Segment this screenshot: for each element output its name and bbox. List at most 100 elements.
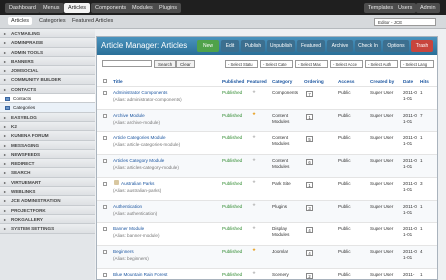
article-author[interactable]: Super User (370, 90, 393, 95)
article-author[interactable]: Super User (370, 135, 393, 140)
published-status[interactable]: Published (222, 90, 242, 95)
nav-templates[interactable]: Templates (364, 3, 398, 13)
ordering-input[interactable]: 4 (306, 227, 313, 234)
featured-star-icon[interactable]: ★ (252, 202, 256, 208)
featured-star-icon[interactable]: ★ (252, 247, 256, 253)
article-title-link[interactable]: Blue Mountain Rain Forest (113, 272, 167, 277)
ordering-input[interactable]: 3 (306, 204, 313, 211)
select-author[interactable]: - Select Auth (365, 60, 398, 68)
editor-select[interactable]: Editor - JCE (374, 18, 436, 26)
row-checkbox[interactable] (103, 227, 107, 232)
search-input[interactable] (102, 60, 152, 67)
sidebar-item-contacts[interactable]: Contacts (0, 94, 95, 104)
article-author[interactable]: Super User (370, 249, 393, 254)
sidebar-item-community-builder[interactable]: ▸ COMMUNITY BUILDER (0, 75, 95, 85)
featured-star-icon[interactable]: ★ (252, 179, 256, 185)
published-status[interactable]: Published (222, 135, 242, 140)
col-hits[interactable]: Hits (420, 79, 429, 84)
article-title-link[interactable]: Articles Category Module (113, 158, 164, 163)
sidebar-item-newsfeeds[interactable]: ▸ NEWSFEEDS (0, 149, 95, 160)
ordering-input[interactable]: 5 (306, 136, 313, 143)
article-author[interactable]: Super User (370, 272, 393, 277)
row-checkbox[interactable] (103, 91, 107, 95)
featured-star-icon[interactable]: ★ (252, 111, 256, 117)
subnav-featured-articles[interactable]: Featured Articles (72, 18, 113, 24)
trash-button[interactable]: Trash (411, 40, 433, 52)
col-created-by[interactable]: Created by (370, 79, 394, 84)
select-category[interactable]: - Select Cate (260, 60, 293, 68)
col-featured[interactable]: Featured (247, 79, 267, 84)
col-date[interactable]: Date (403, 79, 413, 84)
sidebar-item-kunena-forum[interactable]: ▸ KUNENA FORUM (0, 131, 95, 141)
article-title-link[interactable]: Beginners (113, 249, 134, 254)
article-title-link[interactable]: Banner Module (113, 226, 144, 231)
sidebar-item-system-settings[interactable]: ▸ SYSTEM SETTINGS (0, 224, 95, 234)
article-title-link[interactable]: Article Categories Module (113, 135, 166, 140)
subnav-categories[interactable]: Categories (39, 18, 66, 24)
sidebar-item-banners[interactable]: ▸ BANNERS (0, 56, 95, 67)
sidebar-item-redirect[interactable]: ▸ REDIRECT (0, 159, 95, 169)
col-ordering[interactable]: Ordering (304, 79, 324, 84)
row-checkbox[interactable] (103, 249, 107, 254)
sidebar-item-messaging[interactable]: ▸ MESSAGING (0, 140, 95, 150)
ordering-input[interactable]: 7 (306, 91, 313, 97)
article-title-link[interactable]: Archive Module (113, 113, 145, 118)
row-checkbox[interactable] (103, 204, 107, 209)
article-title-link[interactable]: Australian Parks (121, 181, 154, 186)
featured-star-icon[interactable]: ★ (252, 89, 256, 95)
ordering-input[interactable]: 2 (306, 272, 313, 279)
select-max-levels[interactable]: - Select Max (295, 60, 328, 68)
sidebar-item-jomsocial[interactable]: ▸ JOMSOCIAL (0, 66, 95, 76)
sidebar-item-rokgallery[interactable]: ▸ ROKGALLERY (0, 214, 95, 225)
published-status[interactable]: Published (222, 226, 242, 231)
article-author[interactable]: Super User (370, 158, 393, 163)
featured-star-icon[interactable]: ★ (252, 270, 256, 276)
article-author[interactable]: Super User (370, 226, 393, 231)
nav-dashboard[interactable]: Dashboard (5, 3, 40, 13)
sidebar-item-jce-administration[interactable]: ▸ JCE ADMINISTRATION (0, 196, 95, 206)
select-access[interactable]: - Select Acce (330, 60, 363, 68)
check-in-button[interactable]: Check In (355, 40, 381, 52)
ordering-input[interactable]: 4 (306, 249, 313, 256)
row-checkbox[interactable] (103, 113, 107, 118)
sidebar-item-contacts[interactable]: ▸ CONTACTS (0, 84, 95, 95)
col-published[interactable]: Published (222, 79, 244, 84)
edit-button[interactable]: Edit (221, 40, 239, 52)
row-checkbox[interactable] (103, 159, 107, 164)
archive-button[interactable]: Archive (327, 40, 353, 52)
search-button[interactable]: Search (154, 60, 177, 68)
article-author[interactable]: Super User (370, 113, 393, 118)
checked-out-lock-icon[interactable] (114, 179, 119, 185)
sidebar-item-categories[interactable]: Categories (0, 103, 95, 113)
ordering-input[interactable]: 1 (306, 181, 313, 188)
article-author[interactable]: Super User (370, 204, 393, 209)
sidebar-item-adminpraise[interactable]: ▸ ADMINPRAISE (0, 38, 95, 48)
nav-admin[interactable]: Admin (416, 3, 440, 13)
select-all-checkbox[interactable] (103, 79, 107, 83)
col-access[interactable]: Access (338, 79, 354, 84)
col-title[interactable]: Title (113, 79, 123, 84)
sidebar-item-k2[interactable]: ▸ K2 (0, 121, 95, 132)
sidebar-item-easyblog[interactable]: ▸ EASYBLOG (0, 112, 95, 122)
article-title-link[interactable]: Administrator Components (113, 90, 167, 95)
published-status[interactable]: Published (222, 249, 242, 254)
row-checkbox[interactable] (103, 272, 107, 277)
sidebar-item-virtuemart[interactable]: ▸ VIRTUEMART (0, 177, 95, 188)
featured-star-icon[interactable]: ★ (252, 225, 256, 231)
ordering-input[interactable]: 1 (306, 113, 313, 120)
published-status[interactable]: Published (222, 158, 242, 163)
publish-button[interactable]: Publish (241, 40, 265, 52)
nav-menus[interactable]: Menus (39, 3, 64, 13)
subnav-articles[interactable]: Articles (8, 17, 33, 25)
featured-star-icon[interactable]: ★ (252, 134, 256, 140)
row-checkbox[interactable] (103, 136, 107, 141)
nav-users[interactable]: Users (394, 3, 417, 13)
nav-components[interactable]: Components (91, 3, 131, 13)
unpublish-button[interactable]: Unpublish (267, 40, 295, 52)
nav-modules[interactable]: Modules (128, 3, 157, 13)
select-status[interactable]: - Select Statu (225, 60, 258, 68)
ordering-input[interactable]: 6 (306, 159, 313, 166)
featured-star-icon[interactable]: ★ (252, 157, 256, 163)
select-language[interactable]: - Select Lang (400, 60, 434, 68)
new-button[interactable]: New (197, 40, 219, 52)
